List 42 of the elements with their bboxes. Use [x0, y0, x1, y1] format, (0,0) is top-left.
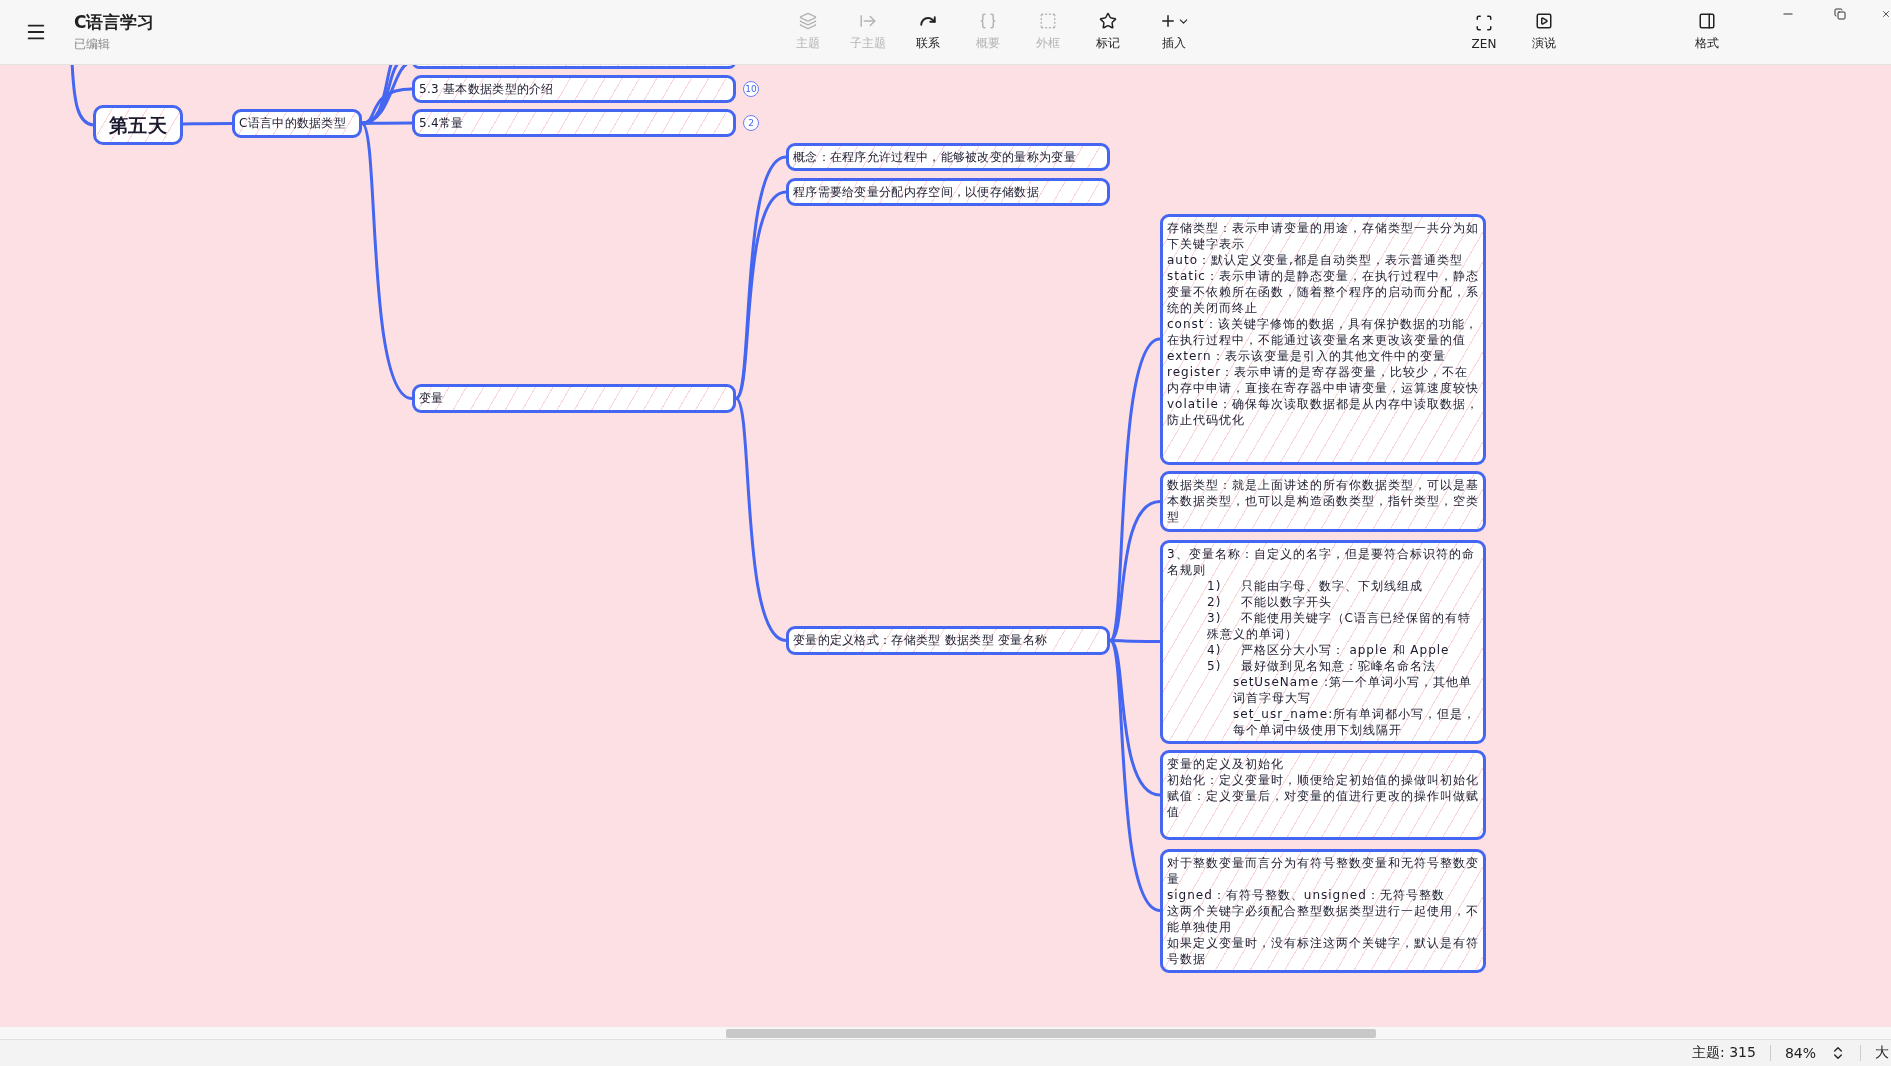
topic-node[interactable]: 5.4常量	[412, 109, 736, 137]
topic-text: 3、变量名称：自定义的名字，但是要符合标识符的命名规则	[1167, 546, 1476, 578]
topic-node[interactable]: 3、变量名称：自定义的名字，但是要符合标识符的命名规则 1) 只能由字母、数字、下划线组成 2) 不能以数字开头 3) 不能使用关键字（C语言已经保留的有特殊意义的单词） 4) 严格区分大小写： apple 和 Apple 5) 最好做到见名知意：驼峰名命名法 setUseName :第一个单词小写，其他单词首字母大写 set_usr_name:所有单词都小写，但是，每个单词中级使用下划线隔开	[1160, 540, 1486, 744]
document-title: C语言学习	[74, 11, 156, 34]
topic-node[interactable]: C语言中的数据类型	[232, 109, 362, 138]
topic-node[interactable]: 5.3 基本数据类型的介绍	[412, 75, 736, 103]
count-badge[interactable]: 2	[743, 115, 759, 131]
topic-text: 1) 只能由字母、数字、下划线组成	[1206, 578, 1423, 594]
topic-text: set_usr_name:所有单词都小写，但是，每个单词中级使用下划线隔开	[1232, 706, 1478, 738]
count-badge[interactable]: 10	[743, 81, 759, 97]
topic-text: signed：有符号整数、unsigned：无符号整数	[1167, 887, 1445, 903]
topic-node[interactable]: 变量	[412, 384, 736, 413]
central-topic[interactable]: 第五天	[93, 105, 183, 145]
topic-count: 主题: 315	[1692, 1044, 1756, 1062]
outline-button[interactable]: 大	[1875, 1044, 1889, 1062]
toolbar-button[interactable]: 标记	[1084, 6, 1132, 58]
topic-node[interactable]: 程序需要给变量分配内存空间，以便存储数据	[786, 178, 1110, 206]
topic-text: 5) 最好做到见名知意：驼峰名命名法	[1206, 658, 1436, 674]
toolbar-button[interactable]: ZEN	[1460, 6, 1508, 58]
topic-text: 2) 不能以数字开头	[1206, 594, 1332, 610]
topic-node[interactable]: 数据类型：就是上面讲述的所有你数据类型，可以是基本数据类型，也可以是构造函数类型，指针类型，空类型	[1160, 471, 1486, 532]
topic-text: volatile：确保每次读取数据都是从内存中读取数据，防止代码优化	[1167, 396, 1479, 428]
topic-text: 3) 不能使用关键字（C语言已经保留的有特殊意义的单词）	[1206, 610, 1472, 642]
toolbar-button[interactable]: 联系	[904, 6, 952, 58]
topic-node[interactable]: 变量的定义格式：存储类型 数据类型 变量名称	[786, 626, 1110, 655]
topic-text: 4) 严格区分大小写： apple 和 Apple	[1206, 642, 1450, 658]
topic-text: 如果定义变量时，没有标注这两个关键字，默认是有符号数据	[1167, 935, 1479, 967]
topic-text: 这两个关键字必须配合整型数据类型进行一起使用，不能单独使用	[1167, 903, 1479, 935]
topic-text: 数据类型：就是上面讲述的所有你数据类型，可以是基本数据类型，也可以是构造函数类型，指针类型，空类型	[1167, 477, 1479, 525]
topic-text: 变量的定义及初始化	[1167, 756, 1284, 772]
topic-text: 赋值：定义变量后，对变量的值进行更改的操作叫做赋值	[1167, 788, 1479, 820]
save-status: 已编辑	[74, 36, 111, 53]
topic-node[interactable]: 概念：在程序允许过程中，能够被改变的量称为变量	[786, 143, 1110, 171]
zoom-level[interactable]: 84%	[1784, 1045, 1816, 1061]
format-button[interactable]: 格式	[1683, 6, 1731, 58]
topic-node[interactable]: 对于整数变量而言分为有符号整数变量和无符号整数变量 signed：有符号整数、unsigned：无符号整数 这两个关键字必须配合整型数据类型进行一起使用，不能单独使用 如果定义变量时，没有标注这两个关键字，默认是有符号数据	[1160, 849, 1486, 973]
topic-text: auto：默认定义变量,都是自动类型，表示普通类型	[1167, 252, 1463, 268]
topic-node[interactable]: 变量的定义及初始化 初始化：定义变量时，顺便给定初始值的操做叫初始化 赋值：定义变量后，对变量的值进行更改的操作叫做赋值	[1160, 750, 1486, 840]
toolbar-button[interactable]: 插入	[1144, 6, 1204, 58]
topic-text: extern：表示该变量是引入的其他文件中的变量	[1167, 348, 1446, 364]
topic-text: 初始化：定义变量时，顺便给定初始值的操做叫初始化	[1167, 772, 1479, 788]
toolbar-button[interactable]: 演说	[1520, 6, 1568, 58]
